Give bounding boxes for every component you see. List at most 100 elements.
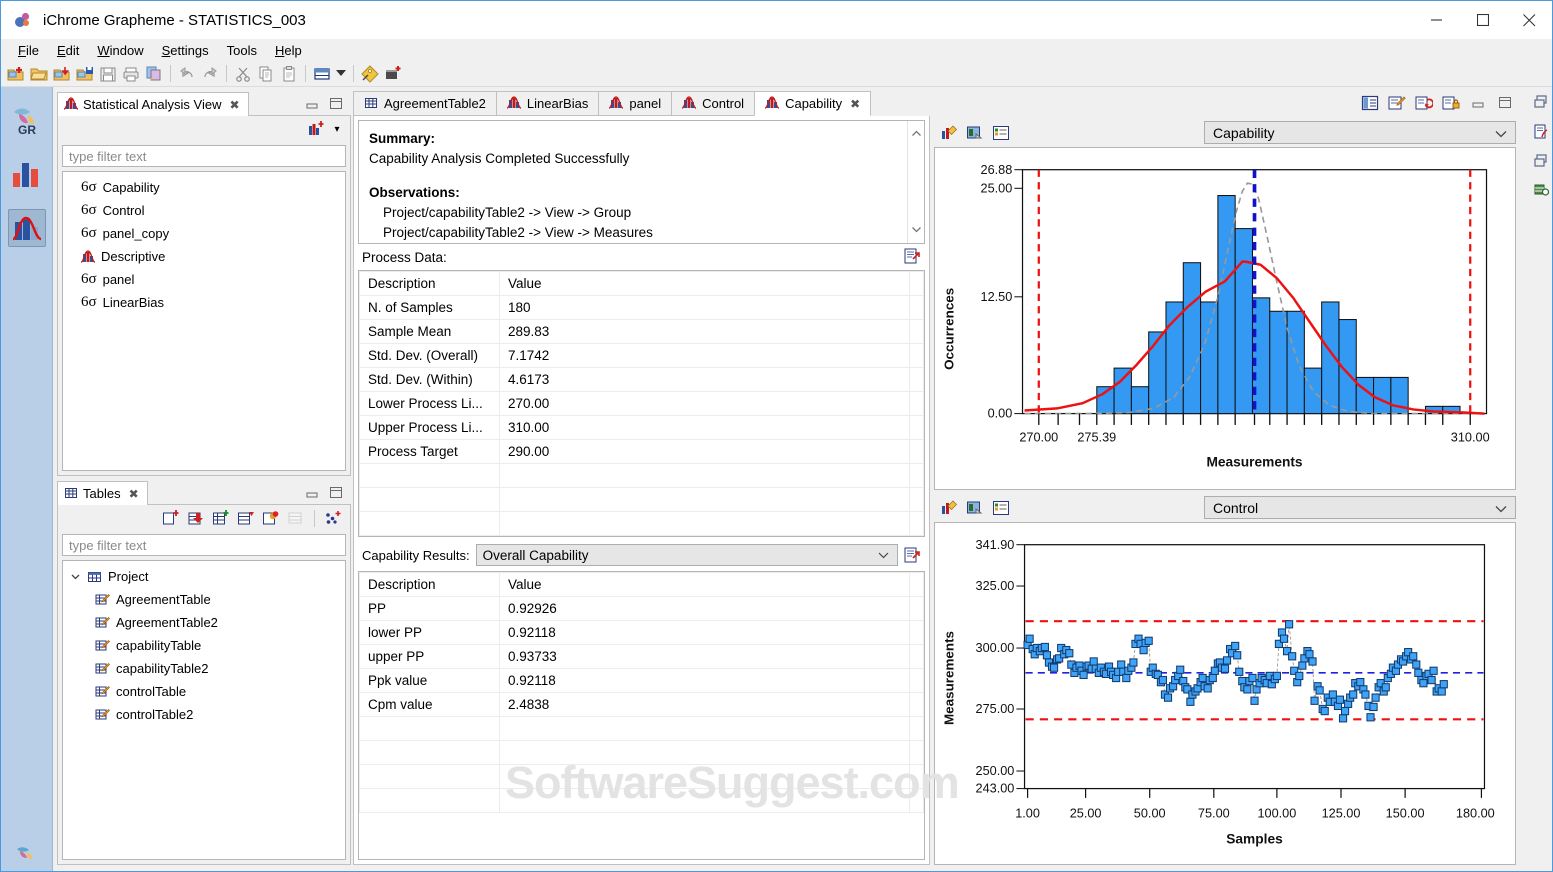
table-row[interactable]: Sample Mean 289.83 [359, 319, 924, 344]
analysis-item-linearbias[interactable]: 6σ LinearBias [63, 291, 345, 314]
new-chart-icon[interactable] [382, 63, 404, 85]
add-column-icon[interactable] [210, 507, 232, 529]
tree-node-capabilitytable2[interactable]: capabilityTable2 [63, 657, 345, 680]
report-view-icon[interactable] [1534, 124, 1549, 142]
capability-results-select[interactable]: Overall Capability [475, 544, 898, 566]
tab-panel[interactable]: panel [598, 91, 673, 116]
tab-capability[interactable]: Capability ✖ [754, 91, 872, 116]
tree-node-controltable2[interactable]: controlTable2 [63, 703, 345, 726]
new-analysis-icon[interactable] [305, 118, 327, 140]
import-folder-icon[interactable] [51, 63, 73, 85]
tables-filter-input[interactable]: type filter text [62, 534, 346, 556]
close-button[interactable] [1506, 1, 1552, 39]
analysis-item-panel-copy[interactable]: 6σ panel_copy [63, 222, 345, 245]
summary-scrollbar[interactable] [907, 121, 924, 243]
export-icon[interactable] [143, 63, 165, 85]
layout-dropdown-arrow[interactable] [334, 63, 348, 85]
chevron-down-icon[interactable] [878, 548, 889, 563]
control-chart[interactable]: Measurements 341.90 325.00 300.00 275.00… [934, 521, 1516, 865]
tag-icon[interactable] [359, 63, 381, 85]
menu-tools[interactable]: Tools [218, 41, 266, 60]
maximize-view-icon[interactable] [329, 486, 343, 498]
grapheme-gr-icon[interactable]: GR [8, 101, 46, 139]
tree-node-project[interactable]: Project [63, 565, 345, 588]
scroll-down-icon[interactable] [911, 220, 922, 240]
minimize-view-icon[interactable] [305, 486, 319, 498]
minimize-button[interactable] [1414, 1, 1460, 39]
save-project-icon[interactable] [74, 63, 96, 85]
chart-export-icon[interactable] [964, 497, 986, 519]
table-row[interactable]: Cpm value 2.4838 [359, 692, 924, 717]
table-row[interactable]: N. of Samples 180 [359, 295, 924, 320]
tab-control[interactable]: Control [671, 91, 756, 116]
statistical-analysis-filter-input[interactable]: type filter text [62, 145, 346, 167]
redo-icon[interactable] [199, 63, 221, 85]
tab-agreementtable2[interactable]: AgreementTable2 [353, 91, 497, 116]
tree-node-capabilitytable[interactable]: capabilityTable [63, 634, 345, 657]
open-folder-icon[interactable] [28, 63, 50, 85]
chart-properties-icon[interactable] [938, 122, 960, 144]
chevron-down-icon[interactable] [1495, 125, 1507, 141]
table-row[interactable]: Std. Dev. (Overall) 7.1742 [359, 343, 924, 368]
menu-help[interactable]: Help [266, 41, 311, 60]
palette-view-icon[interactable] [1534, 183, 1549, 200]
table-row[interactable]: lower PP 0.92118 [359, 620, 924, 645]
bar-chart-perspective-icon[interactable] [8, 155, 46, 193]
tab-linearbias[interactable]: LinearBias [495, 91, 600, 116]
scroll-up-icon[interactable] [911, 124, 922, 144]
restore-view-2-icon[interactable] [1533, 154, 1549, 171]
menu-edit[interactable]: Edit [48, 41, 88, 60]
close-icon[interactable]: ✖ [230, 98, 240, 112]
close-icon[interactable]: ✖ [850, 97, 860, 111]
table-row[interactable]: Lower Process Li... 270.00 [359, 391, 924, 416]
distribution-curve-perspective-icon[interactable] [7, 209, 46, 247]
minimize-view-icon[interactable] [305, 97, 319, 109]
menu-window[interactable]: Window [88, 41, 152, 60]
analysis-item-capability[interactable]: 6σ Capability [63, 176, 345, 199]
restore-view-icon[interactable] [1533, 95, 1549, 112]
table-row[interactable]: Std. Dev. (Within) 4.6173 [359, 367, 924, 392]
chart-legend-icon[interactable] [990, 497, 1012, 519]
minimize-editor-icon[interactable] [1467, 92, 1489, 114]
lock-report-icon[interactable] [1440, 92, 1462, 114]
control-chart-select[interactable]: Control [1204, 496, 1516, 520]
refresh-report-icon[interactable] [1413, 92, 1435, 114]
cut-icon[interactable] [232, 63, 254, 85]
new-table-icon[interactable] [160, 507, 182, 529]
table-row[interactable]: Ppk value 0.92118 [359, 668, 924, 693]
edit-report-icon[interactable] [1386, 92, 1408, 114]
copy-icon[interactable] [255, 63, 277, 85]
close-icon[interactable]: ✖ [129, 487, 139, 501]
tab-statistical-analysis-view[interactable]: Statistical Analysis View ✖ [57, 92, 249, 116]
table-row[interactable]: PP 0.92926 [359, 596, 924, 621]
export-report-icon[interactable] [904, 547, 921, 563]
import-table-icon[interactable] [185, 507, 207, 529]
capability-chart-select[interactable]: Capability [1204, 121, 1516, 145]
table-row[interactable]: Process Target 290.00 [359, 439, 924, 464]
capability-histogram-chart[interactable]: Occurrences 26.88 25.00 12.50 0.00 270.0… [934, 146, 1516, 490]
analysis-dropdown-arrow[interactable]: ▾ [330, 118, 344, 140]
maximize-view-icon[interactable] [329, 97, 343, 109]
new-project-icon[interactable] [5, 63, 27, 85]
tree-node-controltable[interactable]: controlTable [63, 680, 345, 703]
menu-file[interactable]: File [9, 41, 48, 60]
layout-icon[interactable] [311, 63, 333, 85]
save-icon[interactable] [97, 63, 119, 85]
chart-export-icon[interactable] [964, 122, 986, 144]
paste-icon[interactable] [278, 63, 300, 85]
maximize-editor-icon[interactable] [1494, 92, 1516, 114]
chart-from-table-icon[interactable] [260, 507, 282, 529]
chevron-down-icon[interactable] [1495, 500, 1507, 516]
tree-node-agreementtable[interactable]: AgreementTable [63, 588, 345, 611]
add-row-icon[interactable] [235, 507, 257, 529]
analysis-item-panel[interactable]: 6σ panel [63, 268, 345, 291]
scatter-points-icon[interactable] [322, 507, 344, 529]
analysis-item-control[interactable]: 6σ Control [63, 199, 345, 222]
analysis-item-descriptive[interactable]: Descriptive [63, 245, 345, 268]
tab-tables[interactable]: Tables ✖ [57, 481, 148, 505]
print-icon[interactable] [120, 63, 142, 85]
table-row[interactable]: Upper Process Li... 310.00 [359, 415, 924, 440]
tree-node-agreementtable2[interactable]: AgreementTable2 [63, 611, 345, 634]
export-report-icon[interactable] [904, 248, 921, 267]
chevron-down-icon[interactable] [71, 572, 81, 581]
